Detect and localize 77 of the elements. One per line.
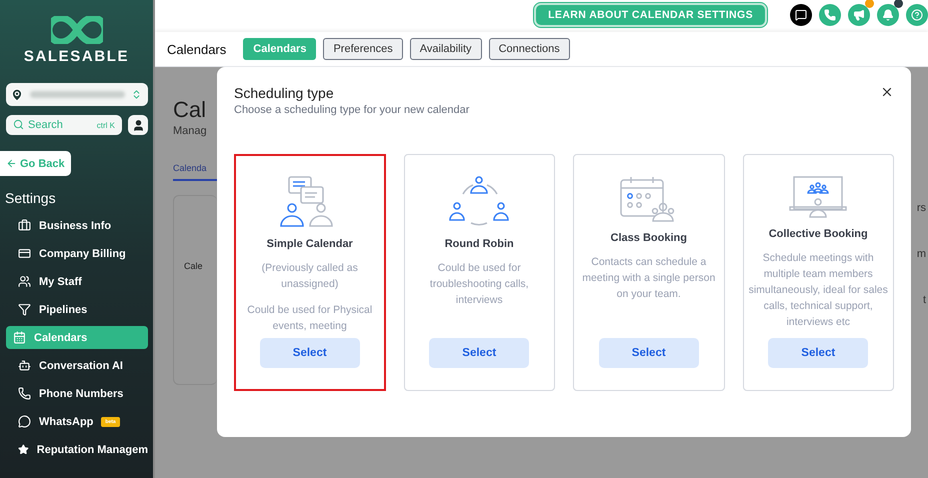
select-button[interactable]: Select xyxy=(429,338,530,368)
option-card[interactable]: Round Robin Could be used for troubleshooting calls, interviews Select xyxy=(404,154,555,391)
chat-icon xyxy=(18,415,31,428)
close-button[interactable] xyxy=(880,85,894,99)
search-icon xyxy=(13,119,24,130)
page-heading: Cal xyxy=(173,97,208,123)
sidebar-item-label: WhatsApp xyxy=(39,416,94,428)
sidebar-item-label: Conversation AI xyxy=(39,360,123,372)
sidebar-item-label: My Staff xyxy=(39,276,82,288)
select-button[interactable]: Select xyxy=(598,338,699,368)
back-arrow-icon xyxy=(6,158,17,169)
chevrons-icon xyxy=(131,89,142,100)
sidebar-item[interactable]: My Staff xyxy=(6,270,148,293)
profile-button[interactable] xyxy=(128,115,148,135)
option-title: Collective Booking xyxy=(768,228,868,240)
help-button[interactable] xyxy=(906,4,928,26)
option-card[interactable]: Collective Booking Schedule meetings with multiple team members simultaneously, ideal for sales calls, technical support, interviews etc Select xyxy=(742,154,894,391)
sidebar-item-label: Business Info xyxy=(39,220,112,232)
sidebar-item[interactable]: Phone Numbers xyxy=(6,382,148,405)
select-button[interactable]: Select xyxy=(768,338,868,368)
phone-icon xyxy=(18,387,31,400)
phone-icon xyxy=(824,9,836,21)
sidebar-item[interactable]: Pipelines xyxy=(6,298,148,321)
option-title: Simple Calendar xyxy=(266,238,353,250)
presentation-screen-icon xyxy=(789,176,848,218)
section-title: Settings xyxy=(5,190,57,206)
question-icon xyxy=(911,9,923,21)
column-header: Cale xyxy=(184,261,203,271)
option-description: Contacts can schedule a meeting with a single person on your team. xyxy=(581,255,716,302)
sidebar-item-label: Calendars xyxy=(34,332,88,344)
sidebar-item-label: Phone Numbers xyxy=(39,388,124,400)
megaphone-icon xyxy=(853,9,865,21)
tab[interactable]: Availability xyxy=(410,38,482,60)
page-subtitle: Manag xyxy=(173,125,208,137)
sidebar-item[interactable]: Conversation AI xyxy=(6,354,148,377)
users-icon xyxy=(18,275,31,288)
sidebar-item-label: Reputation Managem xyxy=(36,444,148,456)
option-description: (Previously called as unassigned) xyxy=(260,261,359,292)
close-icon xyxy=(880,85,894,99)
option-title: Class Booking xyxy=(610,232,687,244)
location-pin-icon xyxy=(10,88,24,102)
dialog-subtitle: Choose a scheduling type for your new calendar xyxy=(234,104,470,116)
tab[interactable]: Connections xyxy=(488,38,570,60)
sidebar-item-label: Pipelines xyxy=(39,304,88,316)
dialog-title: Scheduling type xyxy=(234,85,334,101)
shortcut-hint: ctrl K xyxy=(96,121,115,130)
sidebar-item-label: Company Billing xyxy=(39,248,126,260)
bell-icon xyxy=(882,9,894,21)
calendar-icon xyxy=(13,331,26,344)
option-description: Schedule meetings with multiple team members simultaneously, ideal for sales calls, technical support, interviews etc xyxy=(748,251,889,330)
text-fragment: rs xyxy=(916,202,927,214)
option-description: Could be used for troubleshooting calls, interviews xyxy=(428,261,530,308)
text-fragment: t xyxy=(922,294,927,306)
tab[interactable]: Preferences xyxy=(323,38,403,60)
card-icon xyxy=(18,247,31,260)
phone-button[interactable] xyxy=(819,4,841,26)
briefcase-icon xyxy=(18,219,31,232)
star-icon xyxy=(18,443,29,456)
brand-name: SALESABLE xyxy=(24,48,130,65)
people-cycle-icon xyxy=(449,176,510,228)
chat-icon xyxy=(795,9,807,21)
option-card[interactable]: Class Booking Contacts can schedule a meeting with a single person on your team. Select xyxy=(573,154,724,391)
text-fragment: m xyxy=(916,248,927,260)
page-title: Calendars xyxy=(167,42,226,56)
filter-icon xyxy=(18,303,31,316)
chat-button[interactable] xyxy=(790,4,812,26)
user-icon xyxy=(132,118,144,132)
account-selector[interactable] xyxy=(6,83,148,106)
option-description: Could be used for Physical events, meeting xyxy=(246,303,374,334)
sidebar-item[interactable]: Company Billing xyxy=(6,242,148,265)
robot-icon xyxy=(18,359,31,372)
option-card[interactable]: Simple Calendar (Previously called as unassigned) Could be used for Physical events, meeting Select xyxy=(234,154,386,391)
option-title: Round Robin xyxy=(444,238,514,250)
select-button[interactable]: Select xyxy=(260,338,360,368)
sidebar-item[interactable]: Business Info xyxy=(6,214,148,237)
sidebar-item[interactable]: Reputation Managem xyxy=(6,438,148,461)
infinity-logo xyxy=(50,16,102,44)
